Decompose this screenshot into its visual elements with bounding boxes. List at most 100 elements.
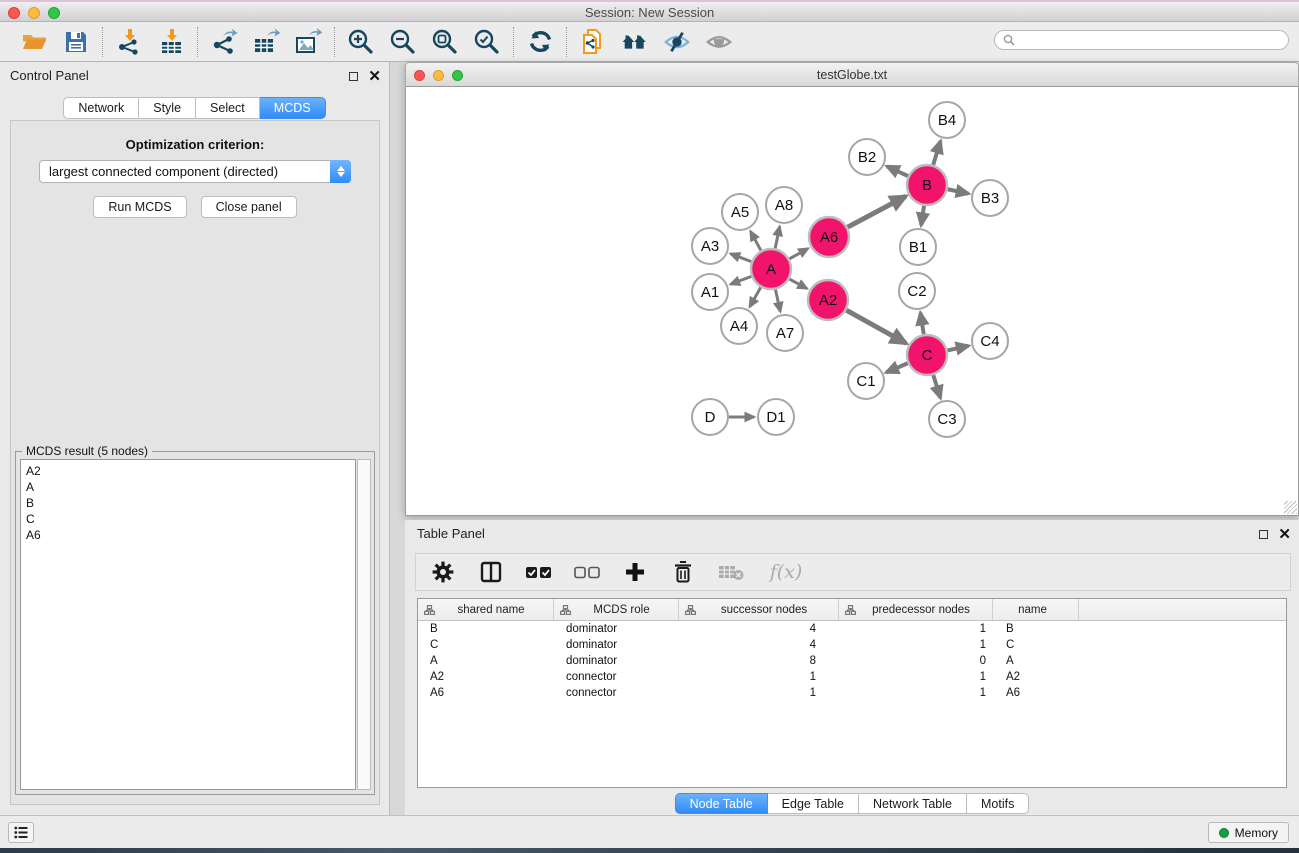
hide-selected-eye-icon[interactable] [663, 28, 691, 56]
tab-select[interactable]: Select [196, 97, 260, 119]
cell-MCDS-role: connector [554, 671, 679, 683]
node-label: C2 [907, 283, 926, 300]
tab-style[interactable]: Style [139, 97, 196, 119]
close-table-panel-icon[interactable]: ✕ [1278, 527, 1291, 542]
cell-name: C [993, 639, 1079, 651]
graph-node-B3[interactable]: B3 [972, 180, 1008, 216]
column-header-predecessor-nodes[interactable]: predecessor nodes [839, 599, 993, 620]
table-row[interactable]: Cdominator41C [418, 637, 1286, 653]
column-header-shared-name[interactable]: shared name [418, 599, 554, 620]
delete-table-icon[interactable] [718, 559, 744, 585]
network-canvas[interactable]: B4 B2 B B3 A5 A8 A6 A3 A B1 A1 A2 C2 A4 A7 C4 C C1 C3 D D1 [405, 87, 1299, 516]
list-icon [14, 826, 28, 839]
node-label: A7 [776, 325, 794, 342]
graph-node-C[interactable]: C [907, 335, 947, 375]
run-mcds-button[interactable]: Run MCDS [93, 196, 186, 218]
tab-mcds[interactable]: MCDS [260, 97, 326, 119]
add-column-icon[interactable] [622, 559, 648, 585]
open-file-icon[interactable] [20, 28, 48, 56]
show-all-eye-icon[interactable] [705, 28, 733, 56]
mcds-result-item[interactable]: A6 [26, 527, 350, 543]
graph-node-D1[interactable]: D1 [758, 399, 794, 435]
refresh-icon[interactable] [526, 28, 554, 56]
split-columns-icon[interactable] [478, 559, 504, 585]
graph-node-A2[interactable]: A2 [808, 280, 848, 320]
clone-network-icon[interactable] [579, 28, 607, 56]
task-history-button[interactable] [8, 822, 34, 843]
edge-A-A2 [789, 279, 806, 289]
graph-node-A5[interactable]: A5 [722, 194, 758, 230]
criterion-dropdown[interactable]: largest connected component (directed) [39, 160, 351, 183]
close-panel-icon[interactable]: ✕ [368, 69, 381, 84]
graph-node-A6[interactable]: A6 [809, 217, 849, 257]
zoom-out-icon[interactable] [389, 28, 417, 56]
export-network-icon[interactable] [210, 28, 238, 56]
cell-successor-nodes: 4 [679, 623, 839, 635]
graph-node-B[interactable]: B [907, 165, 947, 205]
column-header-MCDS-role[interactable]: MCDS role [554, 599, 679, 620]
resize-grip[interactable] [1284, 501, 1297, 514]
table-row[interactable]: A6connector11A6 [418, 685, 1286, 701]
edge-B-B4 [933, 141, 940, 165]
float-panel-icon[interactable] [349, 72, 358, 81]
table-row[interactable]: Bdominator41B [418, 621, 1286, 637]
edge-C-C4 [947, 346, 968, 351]
memory-button[interactable]: Memory [1208, 822, 1289, 843]
export-image-icon[interactable] [294, 28, 322, 56]
import-table-icon[interactable] [157, 28, 185, 56]
export-table-icon[interactable] [252, 28, 280, 56]
search-box[interactable] [994, 30, 1289, 50]
mcds-result-item[interactable]: A [26, 479, 350, 495]
home-icon[interactable] [621, 28, 649, 56]
graph-node-A8[interactable]: A8 [766, 187, 802, 223]
hierarchy-icon [424, 605, 435, 615]
graph-node-A3[interactable]: A3 [692, 228, 728, 264]
result-list-scrollbar[interactable] [357, 459, 371, 790]
graph-node-D[interactable]: D [692, 399, 728, 435]
table-row[interactable]: Adominator80A [418, 653, 1286, 669]
mcds-result-item[interactable]: B [26, 495, 350, 511]
close-panel-button[interactable]: Close panel [201, 196, 297, 218]
graph-node-C4[interactable]: C4 [972, 323, 1008, 359]
graph-node-A[interactable]: A [751, 249, 791, 289]
table-row[interactable]: A2connector11A2 [418, 669, 1286, 685]
cell-MCDS-role: dominator [554, 639, 679, 651]
graph-node-A4[interactable]: A4 [721, 308, 757, 344]
deselect-all-checkboxes-icon[interactable] [574, 559, 600, 585]
zoom-fit-icon[interactable] [431, 28, 459, 56]
delete-column-icon[interactable] [670, 559, 696, 585]
import-network-icon[interactable] [115, 28, 143, 56]
mcds-result-item[interactable]: C [26, 511, 350, 527]
cell-name: A2 [993, 671, 1079, 683]
select-all-checkboxes-icon[interactable] [526, 559, 552, 585]
graph-node-A1[interactable]: A1 [692, 274, 728, 310]
graph-node-C3[interactable]: C3 [929, 401, 965, 437]
zoom-in-icon[interactable] [347, 28, 375, 56]
tab-network-table[interactable]: Network Table [859, 793, 967, 814]
table-body: Bdominator41BCdominator41CAdominator80AA… [418, 621, 1286, 701]
graph-node-C1[interactable]: C1 [848, 363, 884, 399]
cell-MCDS-role: dominator [554, 655, 679, 667]
graph-node-A7[interactable]: A7 [767, 315, 803, 351]
settings-gear-icon[interactable] [430, 559, 456, 585]
graph-node-B1[interactable]: B1 [900, 229, 936, 265]
mcds-result-list[interactable]: A2ABCA6 [20, 459, 356, 790]
save-session-icon[interactable] [62, 28, 90, 56]
graph-node-B2[interactable]: B2 [849, 139, 885, 175]
tab-motifs[interactable]: Motifs [967, 793, 1029, 814]
search-input[interactable] [1020, 32, 1280, 48]
float-table-panel-icon[interactable] [1259, 530, 1268, 539]
column-header-successor-nodes[interactable]: successor nodes [679, 599, 839, 620]
tab-node-table[interactable]: Node Table [675, 793, 768, 814]
graph-node-C2[interactable]: C2 [899, 273, 935, 309]
column-header-name[interactable]: name [993, 599, 1079, 620]
cell-name: A [993, 655, 1079, 667]
tab-edge-table[interactable]: Edge Table [768, 793, 859, 814]
edge-A-A8 [775, 227, 779, 249]
zoom-selected-icon[interactable] [473, 28, 501, 56]
mcds-result-item[interactable]: A2 [26, 463, 350, 479]
tab-network[interactable]: Network [63, 97, 139, 119]
node-label: A8 [775, 197, 793, 214]
graph-node-B4[interactable]: B4 [929, 102, 965, 138]
criterion-selected-value: largest connected component (directed) [49, 164, 278, 179]
